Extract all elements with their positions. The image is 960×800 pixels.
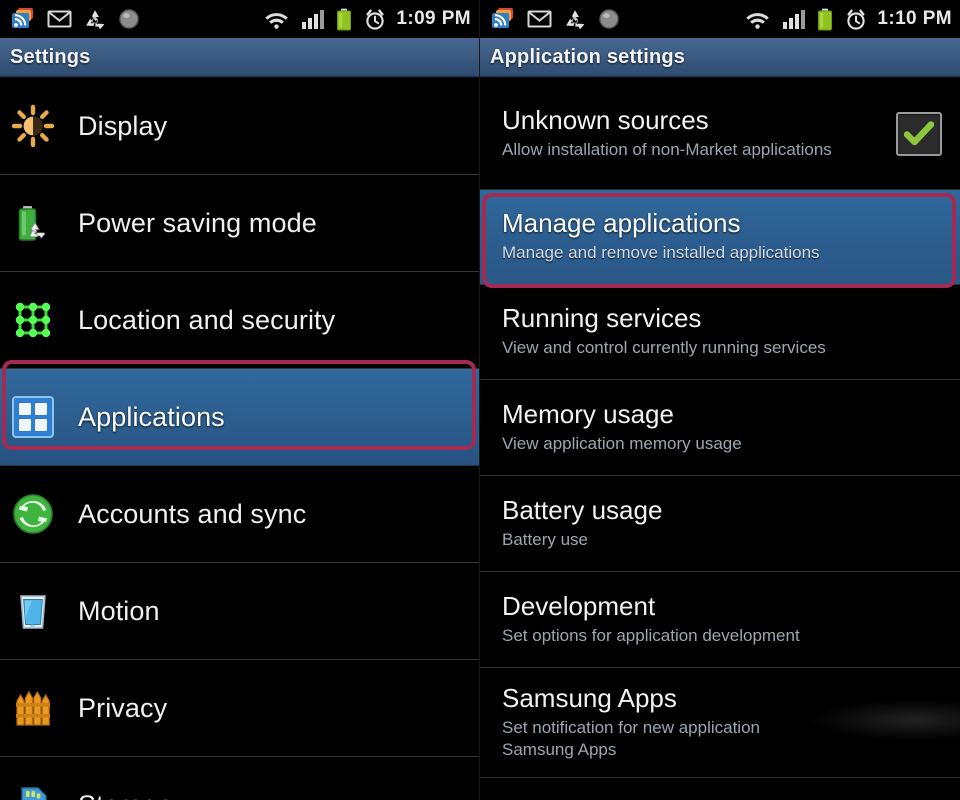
- wifi-icon: [265, 12, 289, 29]
- sidebar-item-label: Accounts and sync: [78, 498, 307, 529]
- storage-sdcard-icon: [10, 782, 56, 800]
- left-status-bar: 1:09 PM: [0, 0, 479, 38]
- list-item-development[interactable]: Development Set options for application …: [480, 572, 960, 668]
- list-item-battery-usage[interactable]: Battery usage Battery use: [480, 476, 960, 572]
- sidebar-item-location-and-security[interactable]: Location and security: [0, 272, 479, 369]
- signal-bars-icon: [783, 10, 806, 29]
- sidebar-item-label: Motion: [78, 595, 160, 626]
- gmail-icon: [527, 10, 552, 28]
- gmail-icon: [47, 10, 72, 28]
- list-item-subtitle: Set options for application development: [502, 625, 800, 645]
- sidebar-item-label: Display: [78, 110, 168, 141]
- left-status-time: 1:09 PM: [396, 8, 471, 29]
- list-item-memory-usage[interactable]: Memory usage View application memory usa…: [480, 380, 960, 476]
- battery-icon: [337, 8, 352, 30]
- gray-orb-icon: [119, 9, 139, 29]
- application-settings-list: Unknown sources Allow installation of no…: [480, 78, 960, 778]
- recycle-sync-icon: [86, 9, 105, 29]
- display-sun-icon: [10, 103, 56, 149]
- right-pane-application-settings: 1:10 PM Application settings Unknown sou…: [480, 0, 960, 800]
- checkmark-icon: [904, 121, 934, 146]
- list-item-title: Samsung Apps: [502, 683, 677, 714]
- list-item-running-services[interactable]: Running services View and control curren…: [480, 285, 960, 380]
- right-status-bar: 1:10 PM: [480, 0, 960, 38]
- left-status-icons-right: [263, 8, 387, 31]
- sidebar-item-applications[interactable]: Applications: [0, 369, 479, 466]
- unknown-sources-checkbox[interactable]: [896, 111, 942, 156]
- list-item-subtitle: Battery use: [502, 529, 588, 549]
- sidebar-item-label: Storage: [78, 790, 173, 800]
- right-title-bar: Application settings: [480, 38, 960, 78]
- sidebar-item-label: Location and security: [78, 304, 336, 335]
- accounts-sync-icon: [10, 491, 56, 537]
- right-status-time: 1:10 PM: [877, 8, 952, 29]
- motion-phone-icon: [10, 588, 56, 634]
- rss-feed-icon: [12, 8, 33, 28]
- rss-feed-icon: [492, 8, 513, 28]
- list-item-subtitle: Manage and remove installed applications: [502, 243, 820, 263]
- left-title-bar: Settings: [0, 38, 479, 78]
- left-pane-settings: 1:09 PM Settings Display Power saving mo…: [0, 0, 480, 800]
- list-item-subtitle: View and control currently running servi…: [502, 338, 826, 358]
- list-item-title: Development: [502, 590, 656, 621]
- right-page-title: Application settings: [490, 46, 686, 68]
- list-item-manage-applications[interactable]: Manage applications Manage and remove in…: [480, 190, 960, 285]
- list-item-title: Unknown sources: [502, 104, 709, 135]
- sidebar-item-power-saving-mode[interactable]: Power saving mode: [0, 175, 479, 272]
- right-status-icons-left: [490, 7, 620, 31]
- sidebar-item-display[interactable]: Display: [0, 78, 479, 175]
- gray-orb-icon: [599, 9, 619, 29]
- wifi-icon: [746, 12, 770, 29]
- left-status-icons-left: [10, 7, 140, 31]
- applications-grid-icon: [10, 394, 56, 440]
- sidebar-item-label: Privacy: [78, 692, 168, 723]
- location-security-pattern-icon: [10, 297, 56, 343]
- privacy-fence-icon: [10, 685, 56, 731]
- recycle-sync-icon: [566, 9, 585, 29]
- sidebar-item-label: Applications: [78, 401, 225, 432]
- list-item-unknown-sources[interactable]: Unknown sources Allow installation of no…: [480, 78, 960, 190]
- power-saving-battery-icon: [10, 200, 56, 246]
- list-item-subtitle: View application memory usage: [502, 433, 742, 453]
- settings-list: Display Power saving mode Location and s…: [0, 78, 479, 800]
- left-page-title: Settings: [10, 46, 91, 68]
- alarm-clock-icon: [847, 8, 866, 30]
- battery-icon: [818, 8, 833, 30]
- signal-bars-icon: [302, 10, 325, 29]
- sidebar-item-accounts-and-sync[interactable]: Accounts and sync: [0, 466, 479, 563]
- list-item-title: Memory usage: [502, 398, 674, 429]
- list-item-subtitle: Allow installation of non-Market applica…: [502, 139, 832, 159]
- right-status-icons-right: [744, 8, 868, 31]
- list-item-title: Manage applications: [502, 208, 741, 239]
- sidebar-item-motion[interactable]: Motion: [0, 563, 479, 660]
- list-item-subtitle: Set notification for new application Sam…: [502, 718, 760, 759]
- list-item-title: Battery usage: [502, 494, 663, 525]
- alarm-clock-icon: [366, 8, 385, 30]
- dual-screenshot-composite: 1:09 PM Settings Display Power saving mo…: [0, 0, 960, 800]
- list-item-samsung-apps[interactable]: Samsung Apps Set notification for new ap…: [480, 668, 960, 778]
- sidebar-item-privacy[interactable]: Privacy: [0, 660, 479, 757]
- sidebar-item-storage[interactable]: Storage: [0, 757, 479, 800]
- list-item-title: Running services: [502, 303, 702, 334]
- sidebar-item-label: Power saving mode: [78, 207, 317, 238]
